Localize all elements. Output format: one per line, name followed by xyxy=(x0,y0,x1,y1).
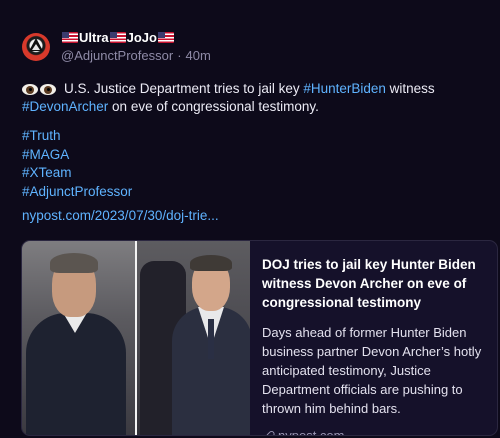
hashtag-devonarcher[interactable]: #DevonArcher xyxy=(22,99,108,114)
preview-image xyxy=(22,241,250,435)
handle[interactable]: @AdjunctProfessor xyxy=(61,48,173,63)
post-text: witness xyxy=(385,81,435,96)
post: Ultra JoJo @AdjunctProfessor · 40m U.S. … xyxy=(0,0,500,438)
display-name-part-1: Ultra xyxy=(79,29,109,45)
eye-icon xyxy=(32,44,40,50)
post-text: U.S. Justice Department tries to jail ke… xyxy=(64,81,304,96)
display-name[interactable]: Ultra JoJo xyxy=(61,28,211,46)
hashtag-link[interactable]: #MAGA xyxy=(22,146,132,165)
avatar[interactable] xyxy=(22,33,50,61)
preview-title: DOJ tries to jail key Hunter Biden witne… xyxy=(262,257,476,310)
post-text: on eve of congressional testimony. xyxy=(108,99,319,114)
hashtag-link[interactable]: #AdjunctProfessor xyxy=(22,183,132,202)
post-line-1: U.S. Justice Department tries to jail ke… xyxy=(22,80,482,98)
handle-row: @AdjunctProfessor · 40m xyxy=(61,46,211,64)
hashtag-link[interactable]: #Truth xyxy=(22,127,132,146)
hashtag-link[interactable]: #XTeam xyxy=(22,164,132,183)
preview-description: Days ahead of former Hunter Biden busine… xyxy=(262,325,482,416)
us-flag-icon xyxy=(157,31,174,43)
separator: · xyxy=(177,47,182,63)
preview-source: nypost.com xyxy=(262,428,488,436)
post-header: Ultra JoJo @AdjunctProfessor · 40m xyxy=(61,28,211,64)
post-line-2: #DevonArcher on eve of congressional tes… xyxy=(22,98,482,116)
us-flag-icon xyxy=(62,31,78,43)
preview-text: DOJ tries to jail key Hunter Biden witne… xyxy=(262,255,488,436)
post-body: U.S. Justice Department tries to jail ke… xyxy=(22,80,482,116)
eyes-icon xyxy=(22,84,58,95)
us-flag-icon xyxy=(109,31,126,43)
display-name-part-2: JoJo xyxy=(126,29,157,45)
eye-right-icon xyxy=(40,84,56,95)
post-url-link[interactable]: nypost.com/2023/07/30/doj-trie... xyxy=(22,208,219,223)
hashtag-list: #Truth #MAGA #XTeam #AdjunctProfessor xyxy=(22,127,132,201)
hashtag-hunterbiden[interactable]: #HunterBiden xyxy=(303,81,386,96)
preview-source-domain: nypost.com xyxy=(278,428,345,436)
link-preview-card[interactable]: DOJ tries to jail key Hunter Biden witne… xyxy=(21,240,498,436)
link-icon xyxy=(262,430,274,436)
timestamp[interactable]: 40m xyxy=(186,48,211,63)
eye-left-icon xyxy=(22,84,38,95)
